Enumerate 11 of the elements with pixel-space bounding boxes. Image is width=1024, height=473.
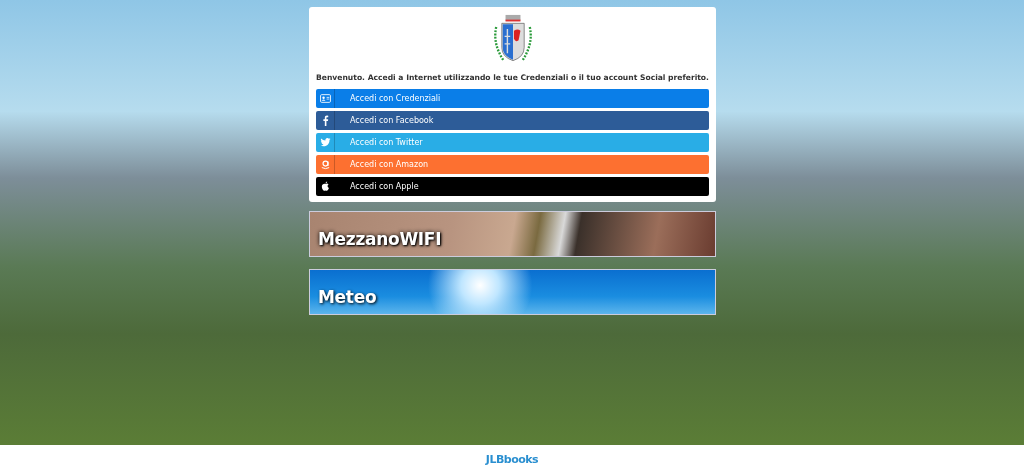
login-button[interactable]: Accedi con Apple xyxy=(316,177,709,196)
id-card-icon xyxy=(319,93,331,104)
login-button[interactable]: Accedi con Twitter xyxy=(316,133,709,152)
bird-icon xyxy=(319,137,331,148)
login-button[interactable]: Accedi con Amazon xyxy=(316,155,709,174)
apple-icon xyxy=(319,181,331,192)
footer-logo: JLBbooks xyxy=(485,452,539,466)
login-button[interactable]: Accedi con Facebook xyxy=(316,111,709,130)
banner-link[interactable]: Meteo xyxy=(309,269,716,315)
banner-link[interactable]: MezzanoWIFI xyxy=(309,211,716,257)
login-button[interactable]: Accedi con Credenziali xyxy=(316,89,709,108)
